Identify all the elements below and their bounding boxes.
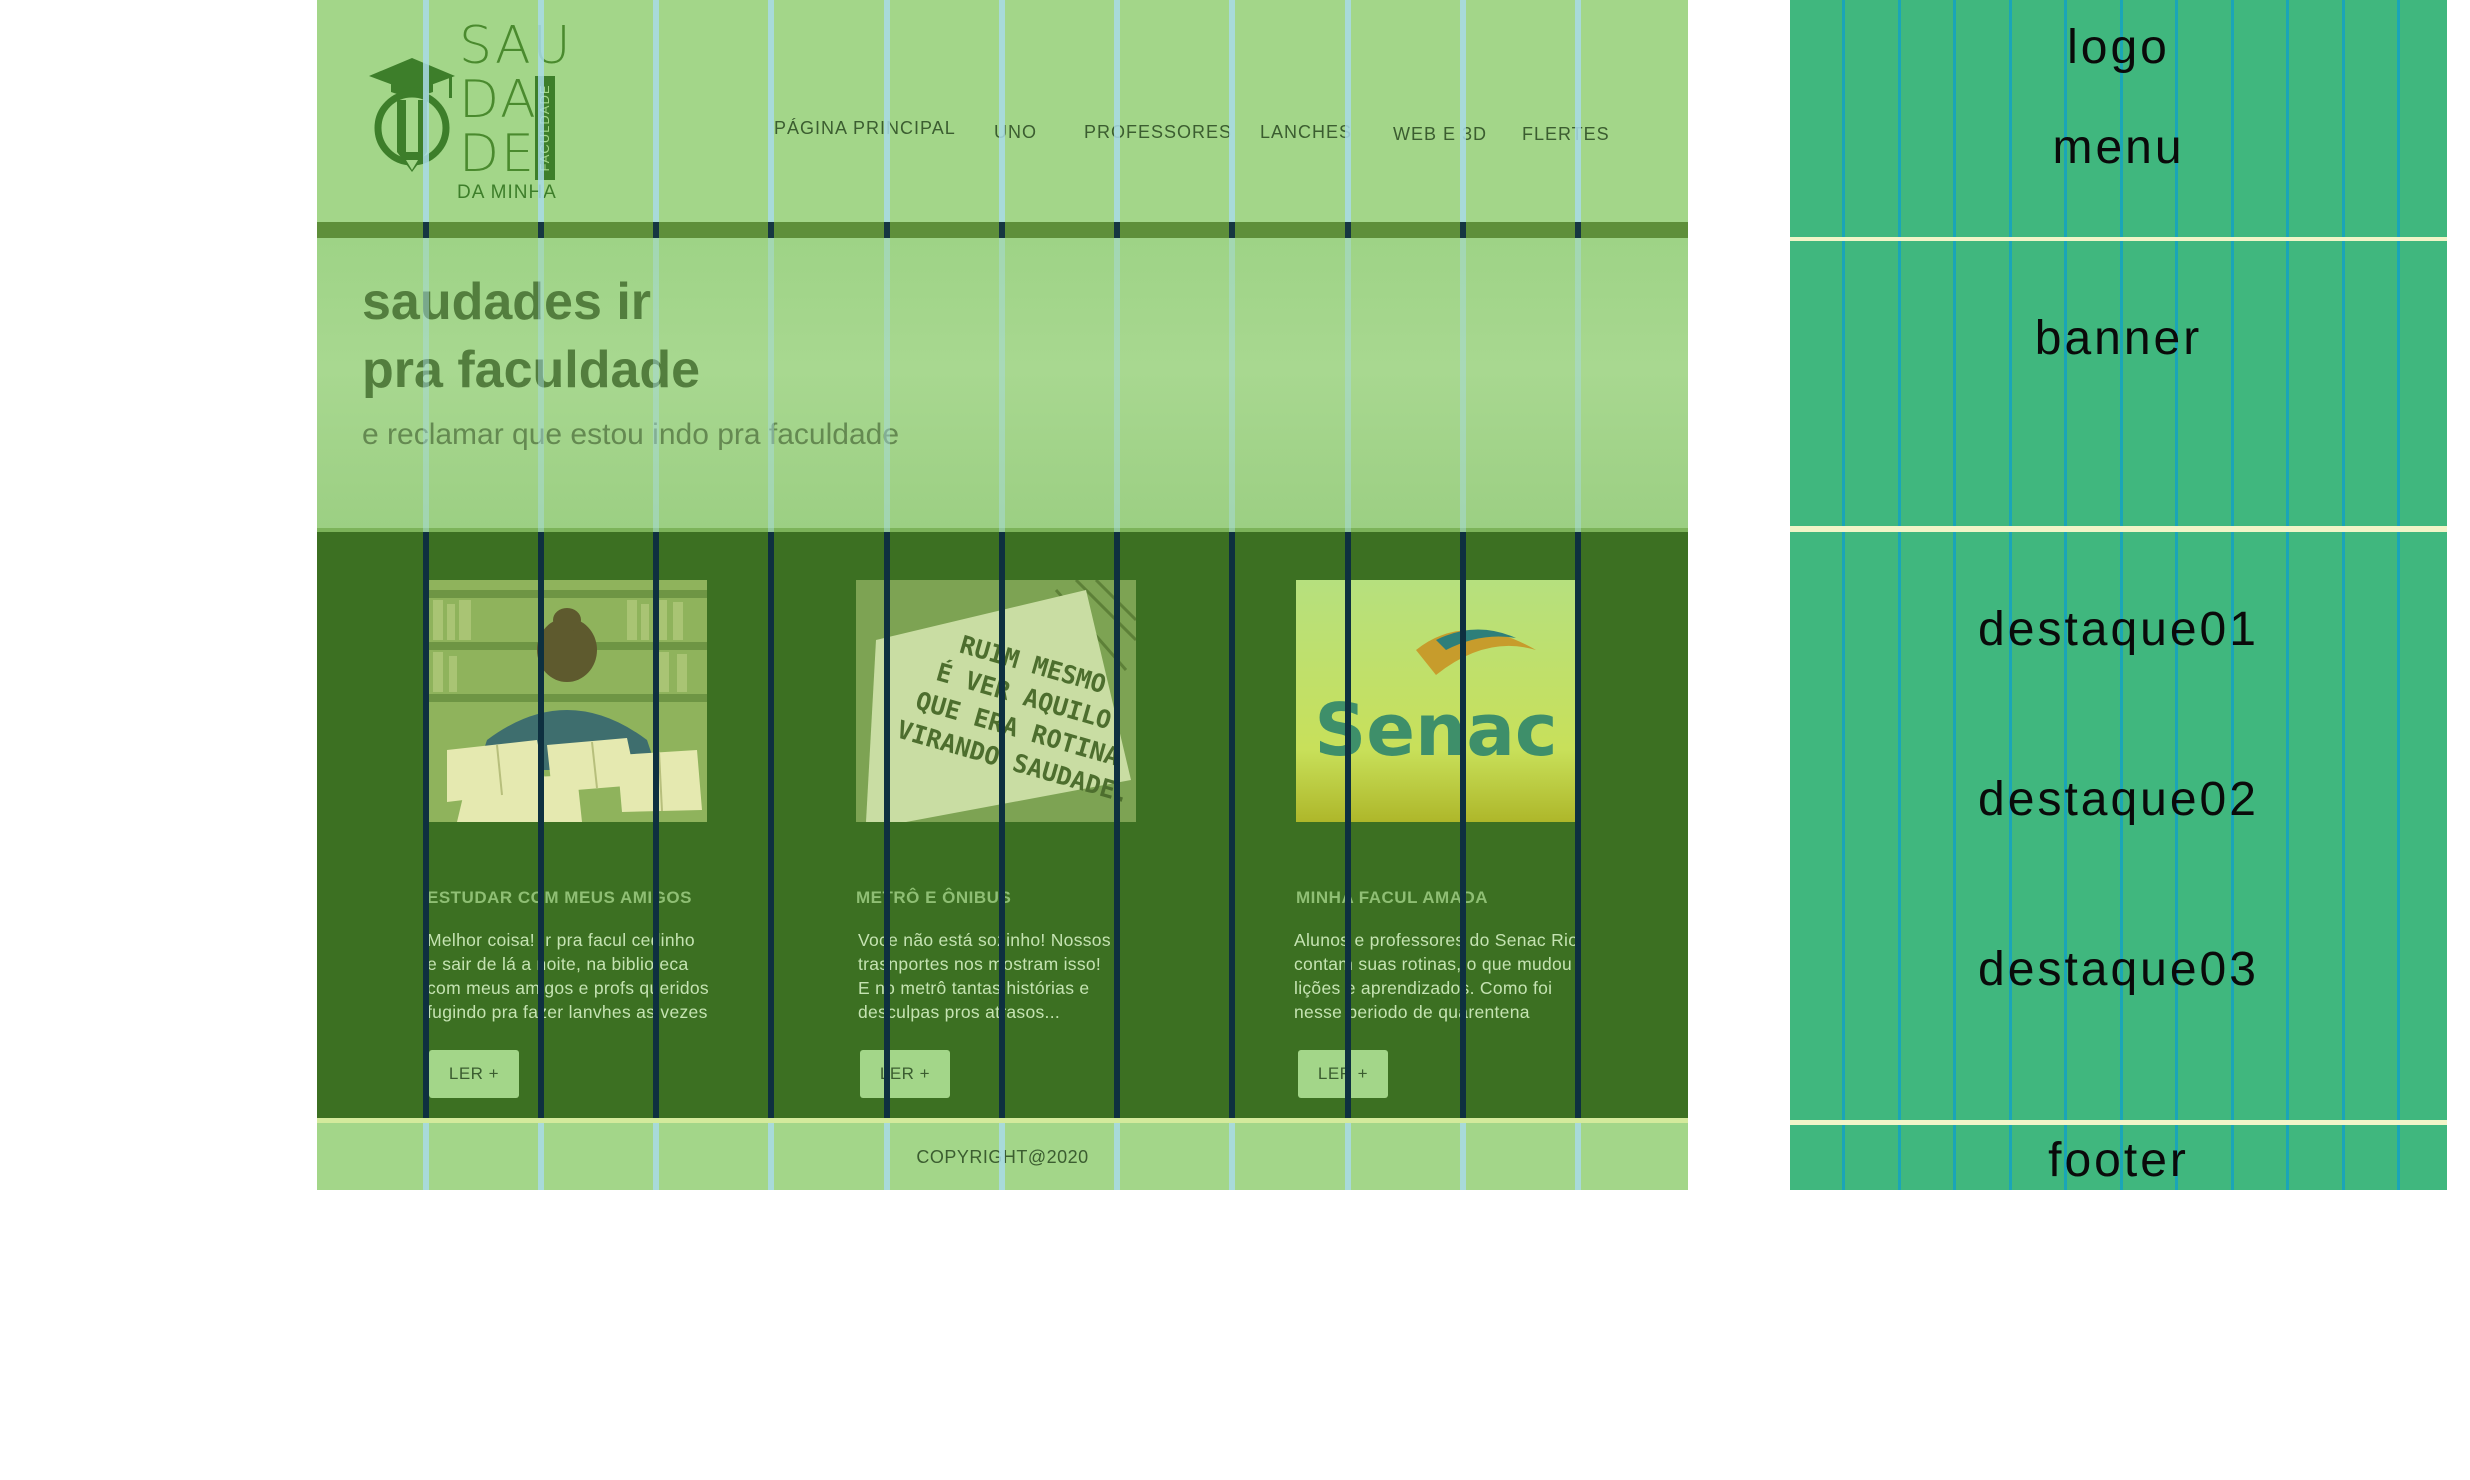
menu-item-uno[interactable]: UNO [994, 122, 1037, 143]
wireframe-banner-block: banner [1790, 241, 2447, 526]
wireframe-grid-line [2120, 241, 2123, 526]
wireframe-grid-line [2064, 241, 2067, 526]
banner-title-line-2: pra faculdade [362, 341, 701, 399]
wireframe-label-logo: logo [2067, 21, 2170, 74]
logo-letters-1: SAU [459, 16, 573, 76]
card-text-line: lições e aprendizados. Como foi [1294, 978, 1553, 998]
card-title: METRÔ E ÔNIBUS [856, 888, 1012, 907]
site-footer: COPYRIGHT@2020 [317, 1123, 1688, 1190]
ler-mais-button[interactable]: LER + [1298, 1050, 1388, 1098]
site-mockup: SAU DA DE FACULDADE DA MINHA PÁGINA PRIN… [317, 0, 1688, 1190]
card-title: MINHA FACUL AMADA [1296, 888, 1489, 907]
wireframe-label-destaque02: destaque02 [1978, 773, 2259, 826]
card-text-line: E no metrô tantas histórias e [858, 978, 1090, 998]
card-text-line: com meus amigos e profs queridos [427, 978, 709, 998]
graduation-pencil-icon [369, 58, 455, 172]
card-text-line: fugindo pra fazer lanvhes as vezes [427, 1002, 708, 1022]
ler-mais-button[interactable]: LER + [429, 1050, 519, 1098]
wireframe-grid-line [1898, 241, 1901, 526]
wireframe-label-banner: banner [2034, 312, 2203, 365]
copyright-text: COPYRIGHT@2020 [916, 1147, 1089, 1167]
card-title: ESTUDAR COM MEUS AMIGOS [427, 888, 692, 907]
wireframe-grid-line [2286, 241, 2289, 526]
card-text: Alunos e professores do Senac Rio contam… [1294, 928, 1614, 1024]
wireframe-grid-line [2175, 241, 2178, 526]
logo-vertical-text: FACULDADE [537, 84, 552, 172]
wireframe-grid-line [2342, 241, 2345, 526]
menu-item-web-e-3d[interactable]: WEB E 3D [1393, 124, 1487, 145]
banner-title: saudades ir pra faculdade [362, 268, 1062, 404]
wireframe-grid-line [2231, 241, 2234, 526]
menu-item-flertes[interactable]: FLERTES [1522, 124, 1610, 145]
card-text-line: desculpas pros atrasos... [858, 1002, 1061, 1022]
wireframe-grid-line [2397, 241, 2400, 526]
wireframe-footer-block: footer [1790, 1125, 2447, 1190]
logo-letters-2: DA [459, 70, 538, 130]
logo-letters-3: DE [459, 124, 536, 184]
wireframe-grid-line [1953, 241, 1956, 526]
logo-vertical-box: FACULDADE [535, 76, 555, 180]
card-text: Voce não está sozinho! Nossos trasnporte… [858, 928, 1178, 1024]
card-text-line: nesse periodo de quarentena [1294, 1002, 1530, 1022]
wireframe-label-footer: footer [2048, 1134, 2189, 1187]
card-text: Melhor coisa! Ir pra facul cedinho e sai… [427, 928, 747, 1024]
wireframe-label-menu: menu [2052, 121, 2185, 174]
card-text-line: trasnportes nos mostram isso! [858, 954, 1102, 974]
student-with-books-image[interactable] [427, 580, 707, 822]
card-text-line: Melhor coisa! Ir pra facul cedinho [427, 930, 695, 950]
card-text-line: Alunos e professores do Senac Rio [1294, 930, 1579, 950]
menu-item-professores[interactable]: PROFESSORES [1084, 122, 1232, 143]
destaques-section: ESTUDAR COM MEUS AMIGOS Melhor coisa! Ir… [317, 532, 1688, 1118]
wireframe-label-destaque01: destaque01 [1978, 603, 2259, 656]
banner-title-line-1: saudades ir [362, 273, 652, 331]
site-header: SAU DA DE FACULDADE DA MINHA PÁGINA PRIN… [317, 0, 1688, 222]
card-text-line: Voce não está sozinho! Nossos [858, 930, 1111, 950]
banner: saudades ir pra faculdade e reclamar que… [317, 238, 1688, 528]
banner-subtitle: e reclamar que estou indo pra faculdade [362, 418, 900, 451]
card-text-line: e sair de lá a noite, na biblioteca [427, 954, 689, 974]
wireframe-panel: logo menu banner destaque01 destaque02 d… [1790, 0, 2447, 1190]
site-logo[interactable]: SAU DA DE FACULDADE DA MINHA [367, 16, 573, 205]
wireframe-grid-line [2009, 241, 2012, 526]
wireframe-grid-line [1842, 241, 1845, 526]
menu-item-pagina-principal[interactable]: PÁGINA PRINCIPAL [774, 118, 956, 139]
senac-wordmark: Senac [1314, 688, 1557, 772]
wireframe-header-block: logo menu [1790, 0, 2447, 237]
logo-wordmark: SAU DA DE [459, 16, 573, 184]
wireframe-label-destaque03: destaque03 [1978, 943, 2259, 996]
wireframe-destaques-block: destaque01 destaque02 destaque03 [1790, 532, 2447, 1120]
header-divider [317, 222, 1688, 238]
ler-mais-button[interactable]: LER + [860, 1050, 950, 1098]
logo-bottom-text: DA MINHA [457, 182, 557, 203]
card-text-line: contam suas rotinas, o que mudou [1294, 954, 1573, 974]
saudade-sign-image[interactable]: RUIM MESMO É VER AQUILO QUE ERA ROTINA V… [856, 580, 1136, 822]
senac-logo-image[interactable]: Senac [1296, 580, 1576, 822]
menu-item-lanches[interactable]: LANCHES [1260, 122, 1352, 143]
